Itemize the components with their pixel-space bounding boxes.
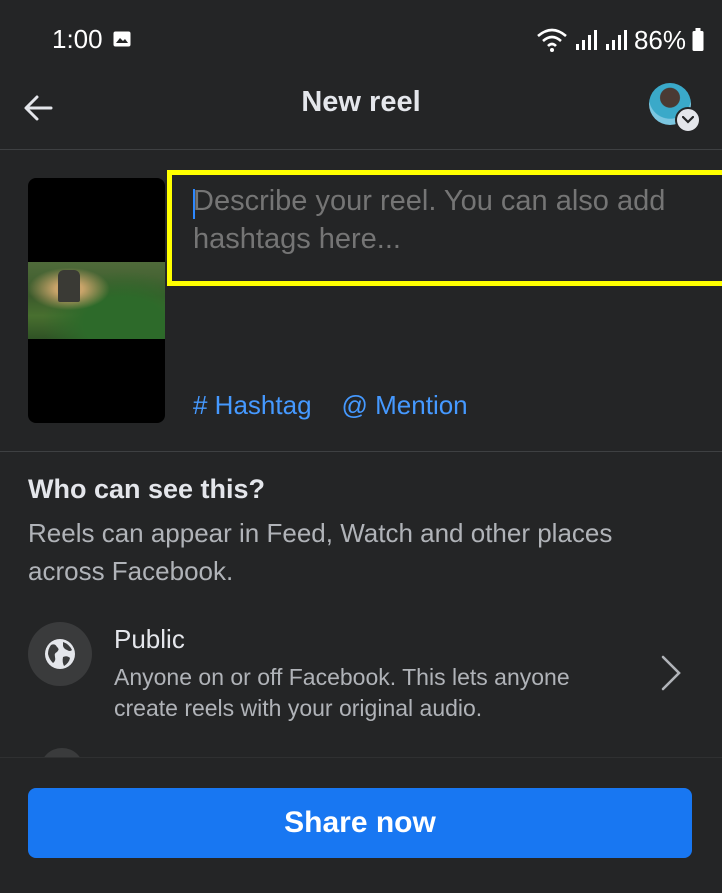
hashtag-button[interactable]: # Hashtag xyxy=(193,390,312,421)
reel-thumbnail[interactable] xyxy=(28,178,165,423)
signal-icon xyxy=(605,30,627,50)
gallery-icon xyxy=(113,31,131,47)
privacy-option-label: Public xyxy=(114,624,185,654)
top-bar: New reel xyxy=(0,78,722,149)
divider xyxy=(0,149,722,150)
tag-actions: # Hashtag @ Mention xyxy=(193,390,468,421)
share-now-button[interactable]: Share now xyxy=(28,788,692,858)
privacy-option-description: Anyone on or off Facebook. This lets any… xyxy=(114,664,570,721)
caption-input[interactable] xyxy=(193,182,722,282)
page-title: New reel xyxy=(301,86,421,118)
statue-shape xyxy=(58,270,80,302)
battery-icon xyxy=(692,28,704,51)
wifi-icon xyxy=(537,28,567,52)
reel-preview-image xyxy=(28,262,165,339)
audience-title: Who can see this? xyxy=(28,474,266,504)
profile-switcher[interactable] xyxy=(649,83,701,133)
chevron-right-icon xyxy=(661,655,681,691)
privacy-option-public[interactable]: Public Anyone on or off Facebook. This l… xyxy=(0,618,722,728)
signal-icon xyxy=(575,30,597,50)
text-cursor xyxy=(193,189,195,219)
status-bar: 1:00 86% xyxy=(0,0,722,78)
battery-percent: 86% xyxy=(633,24,686,55)
audience-description: Reels can appear in Feed, Watch and othe… xyxy=(28,518,613,586)
bottom-panel: Share now xyxy=(0,757,722,893)
status-time: 1:00 xyxy=(52,24,103,54)
globe-icon xyxy=(28,622,92,686)
mention-button[interactable]: @ Mention xyxy=(342,390,468,421)
divider xyxy=(0,451,722,452)
status-icons: 86% xyxy=(536,24,704,56)
chevron-down-icon xyxy=(675,107,701,133)
